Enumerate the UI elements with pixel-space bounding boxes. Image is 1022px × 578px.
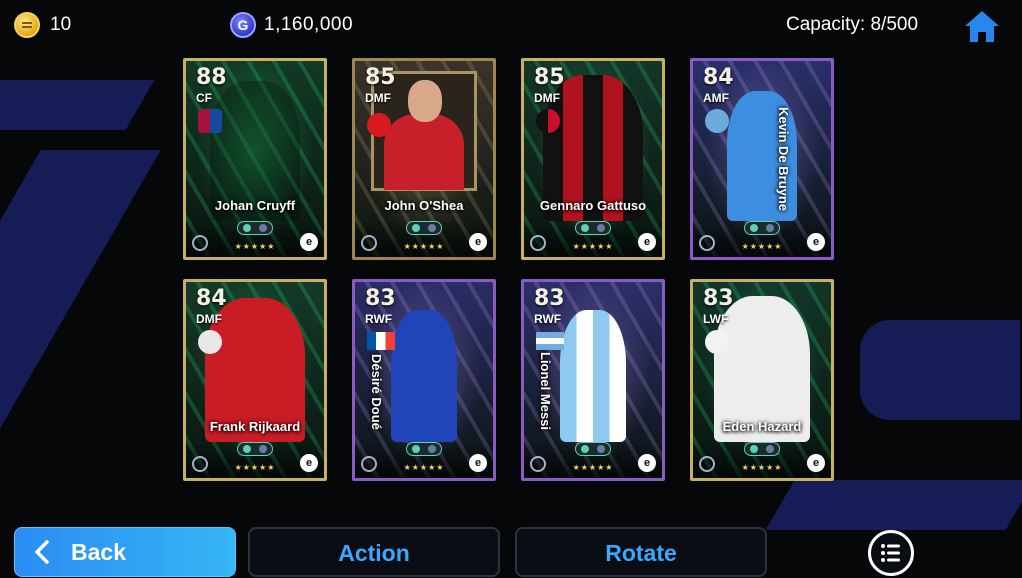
card-skill-indicator — [237, 442, 273, 456]
card-player-name: Kevin De Bruyne — [776, 106, 791, 211]
bg-stripe — [0, 150, 161, 430]
card-rating: 84 — [196, 286, 227, 311]
card-position: CF — [196, 91, 212, 105]
bg-stripe — [765, 480, 1022, 530]
efootball-logo-icon: e — [807, 454, 825, 472]
card-rating: 88 — [196, 65, 227, 90]
home-icon — [965, 11, 999, 42]
efootball-logo-icon: e — [807, 233, 825, 251]
back-button[interactable]: Back — [14, 527, 236, 577]
card-skill-indicator — [237, 221, 273, 235]
efootball-logo-icon: e — [638, 233, 656, 251]
player-head — [408, 80, 442, 122]
card-position: DMF — [534, 91, 560, 105]
card-ring-icon — [361, 456, 377, 472]
club-badge-icon — [198, 330, 222, 354]
card-stars: ★★★★★ — [572, 242, 614, 251]
card-rating: 83 — [703, 286, 734, 311]
top-bar: 10 G 1,160,000 Capacity: 8/500 — [0, 0, 1022, 52]
card-skill-indicator — [575, 442, 611, 456]
card-player-name: Johan Cruyff — [214, 198, 296, 213]
club-badge-icon — [705, 109, 729, 133]
player-card[interactable]: 88 CF Johan Cruyff ★★★★★ e — [183, 58, 327, 260]
player-image — [560, 310, 626, 442]
club-badge-icon — [705, 330, 729, 354]
card-rating: 84 — [703, 65, 734, 90]
gp-value: 1,160,000 — [264, 14, 354, 35]
player-card[interactable]: 84 DMF Frank Rijkaard ★★★★★ e — [183, 279, 327, 481]
player-card[interactable]: 83 RWF Lionel Messi ★★★★★ e — [521, 279, 665, 481]
card-ring-icon — [699, 235, 715, 251]
card-player-name: John O'Shea — [384, 198, 464, 213]
coins-value: 10 — [50, 14, 72, 35]
player-card[interactable]: 83 RWF Désiré Doué ★★★★★ e — [352, 279, 496, 481]
player-card[interactable]: 83 LWF Eden Hazard ★★★★★ e — [690, 279, 834, 481]
player-image — [391, 310, 457, 442]
card-stars: ★★★★★ — [234, 242, 276, 251]
card-stars: ★★★★★ — [572, 463, 614, 472]
card-player-name: Désiré Doué — [369, 354, 384, 430]
menu-button[interactable] — [868, 530, 914, 576]
card-position: LWF — [703, 312, 729, 326]
card-ring-icon — [699, 456, 715, 472]
card-stars: ★★★★★ — [234, 463, 276, 472]
back-button-label: Back — [71, 539, 126, 565]
player-card[interactable]: 85 DMF Gennaro Gattuso ★★★★★ e — [521, 58, 665, 260]
bg-stripe — [0, 80, 155, 130]
player-image — [384, 114, 464, 190]
efootball-logo-icon: e — [300, 233, 318, 251]
card-skill-indicator — [406, 221, 442, 235]
club-badge-icon — [367, 113, 391, 137]
card-skill-indicator — [744, 221, 780, 235]
card-skill-indicator — [406, 442, 442, 456]
coin-icon — [14, 12, 40, 38]
club-badge-icon — [536, 109, 560, 133]
efootball-logo-icon: e — [469, 233, 487, 251]
card-rating: 85 — [534, 65, 565, 90]
rotate-button[interactable]: Rotate — [515, 527, 767, 577]
card-skill-indicator — [575, 221, 611, 235]
efootball-logo-icon: e — [300, 454, 318, 472]
card-position: DMF — [196, 312, 222, 326]
efootball-logo-icon: e — [469, 454, 487, 472]
card-ring-icon — [530, 235, 546, 251]
card-stars: ★★★★★ — [741, 242, 783, 251]
card-ring-icon — [192, 235, 208, 251]
card-rating: 83 — [365, 286, 396, 311]
card-position: RWF — [534, 312, 562, 326]
card-position: DMF — [365, 91, 391, 105]
card-position: AMF — [703, 91, 729, 105]
card-rating: 85 — [365, 65, 396, 90]
card-ring-icon — [361, 235, 377, 251]
card-stars: ★★★★★ — [403, 242, 445, 251]
card-player-name: Eden Hazard — [722, 419, 802, 434]
player-card[interactable]: 84 AMF Kevin De Bruyne ★★★★★ e — [690, 58, 834, 260]
list-menu-icon — [881, 544, 900, 562]
card-stars: ★★★★★ — [403, 463, 445, 472]
card-player-name: Lionel Messi — [538, 351, 553, 430]
gp-icon: G — [230, 12, 256, 38]
card-rating: 83 — [534, 286, 565, 311]
card-ring-icon — [192, 456, 208, 472]
card-position: RWF — [365, 312, 393, 326]
club-badge-icon — [198, 109, 222, 133]
chevron-left-icon — [35, 540, 49, 564]
player-card[interactable]: 85 DMF John O'Shea ★★★★★ e — [352, 58, 496, 260]
card-skill-indicator — [744, 442, 780, 456]
card-stars: ★★★★★ — [741, 463, 783, 472]
flag-argentina-icon — [536, 332, 564, 350]
capacity-label: Capacity: 8/500 — [786, 14, 919, 35]
background-stripes — [0, 0, 1022, 578]
efootball-logo-icon: e — [638, 454, 656, 472]
home-button[interactable] — [962, 8, 1002, 44]
card-player-name: Gennaro Gattuso — [539, 198, 647, 213]
flag-france-icon — [367, 332, 395, 350]
action-button[interactable]: Action — [248, 527, 500, 577]
card-player-name: Frank Rijkaard — [209, 419, 301, 434]
card-ring-icon — [530, 456, 546, 472]
bg-stripe — [860, 320, 1020, 420]
